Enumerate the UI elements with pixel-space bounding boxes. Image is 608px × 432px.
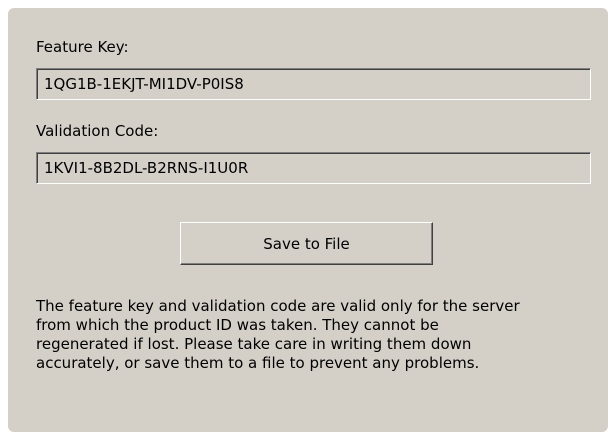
save-to-file-button[interactable]: Save to File xyxy=(180,222,433,265)
feature-key-label: Feature Key: xyxy=(36,38,129,56)
validation-code-label: Validation Code: xyxy=(36,122,159,140)
info-text: The feature key and validation code are … xyxy=(36,297,520,372)
feature-key-field[interactable]: 1QG1B-1EKJT-MI1DV-P0IS8 xyxy=(36,68,591,100)
validation-code-field[interactable]: 1KVI1-8B2DL-B2RNS-I1U0R xyxy=(36,152,591,184)
feature-key-panel: Feature Key: 1QG1B-1EKJT-MI1DV-P0IS8 Val… xyxy=(8,8,608,432)
